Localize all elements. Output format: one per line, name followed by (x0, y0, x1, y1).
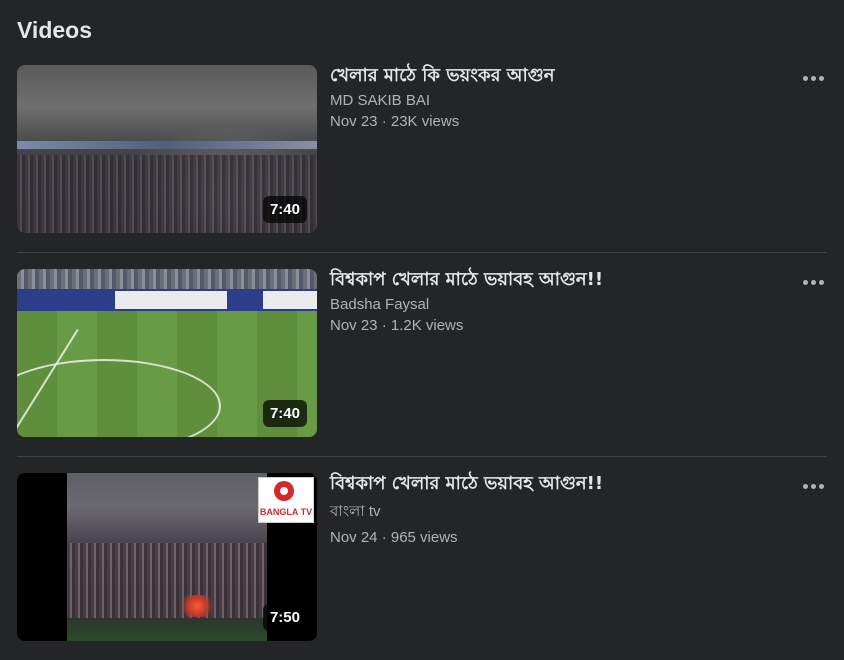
more-dot (810, 279, 816, 285)
logo-text: BANGLA TV (259, 507, 313, 517)
channel-name[interactable]: Badsha Faysal (330, 296, 780, 313)
video-meta: Nov 23 · 1.2K views (330, 317, 464, 334)
more-dot (810, 483, 816, 489)
divider (17, 252, 827, 253)
more-options-button[interactable] (799, 271, 827, 293)
ad-board-white (115, 291, 227, 309)
video-title[interactable]: খেলার মাঠে কি ভয়ংকর আগুন (330, 65, 780, 87)
more-dot (818, 279, 824, 285)
more-options-button[interactable] (799, 67, 827, 89)
more-dot (810, 75, 816, 81)
bangla-tv-logo: BANGLA TV (258, 477, 314, 523)
divider (17, 456, 827, 457)
section-title: Videos (17, 17, 92, 43)
video-thumbnail[interactable]: 7:40 (17, 269, 317, 437)
video-item[interactable]: 7:40 খেলার মাঠে কি ভয়ংকর আগুন MD SAKIB … (17, 65, 827, 233)
flare-image (177, 595, 217, 617)
more-dot (818, 483, 824, 489)
more-horizontal-icon (802, 279, 808, 285)
video-title[interactable]: বিশ্বকাপ খেলার মাঠে ভয়াবহ আগুন!! (330, 269, 780, 291)
video-meta: Nov 24 · 965 views (330, 529, 458, 546)
video-meta: Nov 23 · 23K views (330, 113, 460, 130)
video-thumbnail[interactable]: 7:40 (17, 65, 317, 233)
more-dot (818, 75, 824, 81)
video-title[interactable]: বিশ্বকাপ খেলার মাঠে ভয়াবহ আগুন!! (330, 473, 780, 495)
video-item[interactable]: 7:40 বিশ্বকাপ খেলার মাঠে ভয়াবহ আগুন!! B… (17, 269, 827, 437)
more-horizontal-icon (802, 483, 808, 489)
logo-ring (274, 481, 294, 501)
stadium-band (17, 141, 317, 149)
video-item[interactable]: BANGLA TV 7:50 বিশ্বকাপ খেলার মাঠে ভয়াব… (17, 473, 827, 641)
video-info: বিশ্বকাপ খেলার মাঠে ভয়াবহ আগুন!! বাংলা … (330, 473, 780, 546)
video-info: বিশ্বকাপ খেলার মাঠে ভয়াবহ আগুন!! Badsha… (330, 269, 780, 334)
channel-name[interactable]: MD SAKIB BAI (330, 92, 780, 109)
duration-badge: 7:50 (262, 604, 307, 631)
channel-name[interactable]: বাংলা tv (330, 500, 780, 525)
video-info: খেলার মাঠে কি ভয়ংকর আগুন MD SAKIB BAI N… (330, 65, 780, 130)
crowd-image (67, 543, 267, 618)
more-options-button[interactable] (799, 475, 827, 497)
duration-badge: 7:40 (262, 196, 307, 223)
video-thumbnail[interactable]: BANGLA TV 7:50 (17, 473, 317, 641)
duration-badge: 7:40 (262, 400, 307, 427)
ad-board-white (263, 291, 317, 309)
more-horizontal-icon (802, 75, 808, 81)
